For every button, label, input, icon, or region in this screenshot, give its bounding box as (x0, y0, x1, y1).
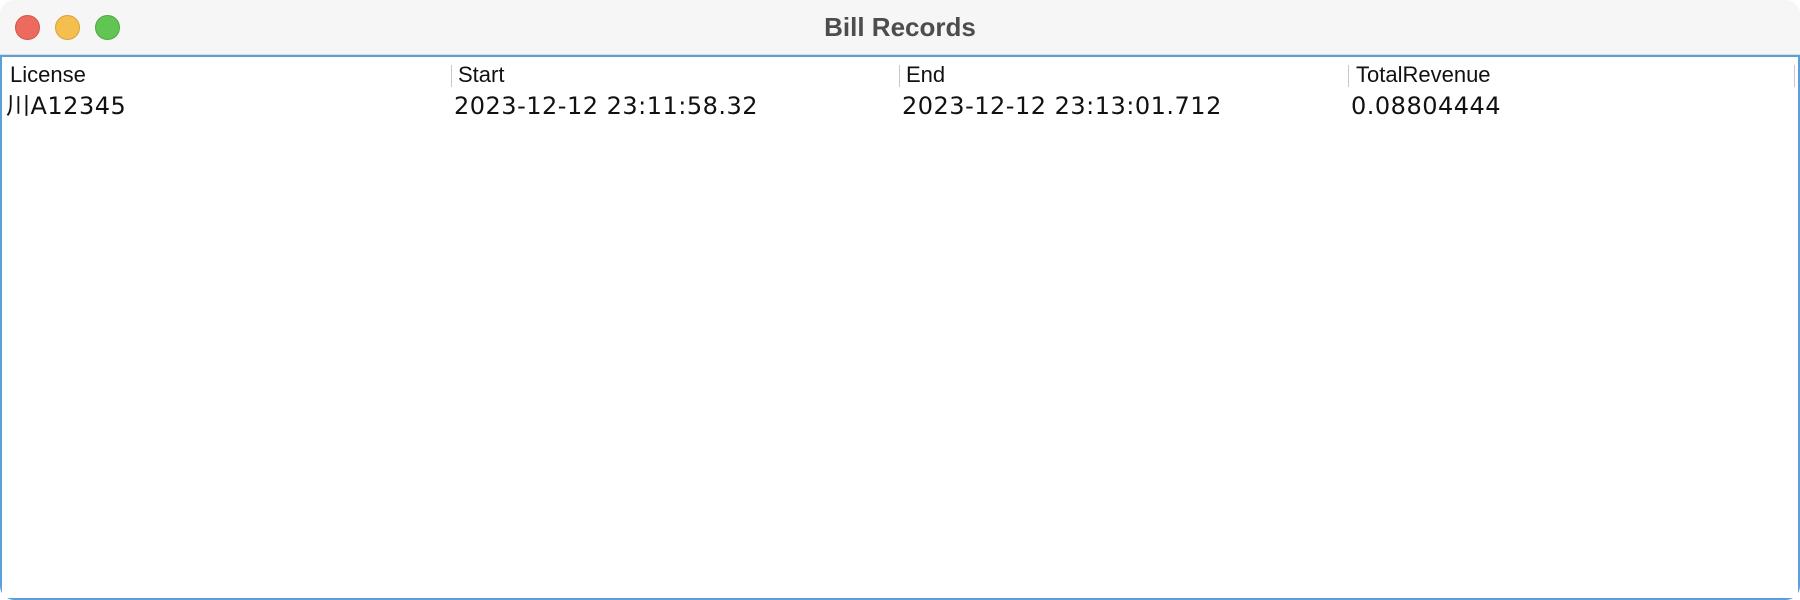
column-header-start[interactable]: Start (450, 62, 898, 88)
cell-totalrevenue[interactable]: 0.08804444 (1351, 91, 1501, 121)
table-header: License Start End TotalRevenue (2, 57, 1798, 89)
bill-records-window: Bill Records License Start End TotalReve… (0, 0, 1800, 600)
cell-end[interactable]: 2023-12-12 23:13:01.712 (902, 91, 1222, 121)
column-header-totalrevenue[interactable]: TotalRevenue (1348, 62, 1796, 88)
bill-records-table[interactable]: License Start End TotalRevenue 川A12345 2… (2, 57, 1798, 123)
title-bar[interactable]: Bill Records (0, 0, 1800, 55)
table-row[interactable]: 川A12345 2023-12-12 23:11:58.32 2023-12-1… (2, 89, 1798, 123)
table-container[interactable]: License Start End TotalRevenue 川A12345 2… (0, 55, 1800, 600)
window-title: Bill Records (824, 12, 976, 42)
cell-license[interactable]: 川A12345 (6, 91, 126, 121)
column-header-license[interactable]: License (2, 62, 450, 88)
column-header-end[interactable]: End (898, 62, 1346, 88)
column-divider (1794, 65, 1795, 87)
cell-start[interactable]: 2023-12-12 23:11:58.32 (454, 91, 758, 121)
